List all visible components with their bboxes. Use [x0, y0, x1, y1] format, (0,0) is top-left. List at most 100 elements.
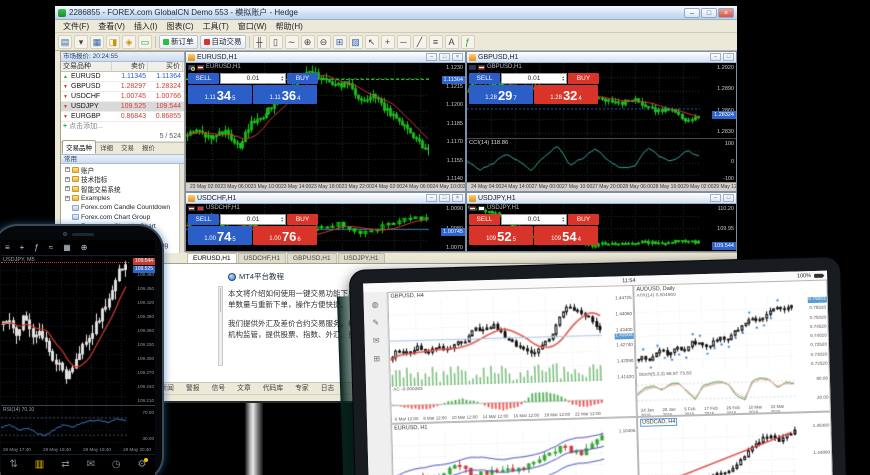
add-symbol-row[interactable]: 点击添加...: [61, 122, 184, 132]
sell-price-box[interactable]: 1.11345: [188, 85, 252, 104]
market-watch-tab[interactable]: 详细: [96, 140, 117, 154]
new-chart-icon[interactable]: ▤: [58, 35, 72, 49]
objects-icon[interactable]: ✎: [372, 318, 379, 327]
candle-chart-icon[interactable]: ▯: [269, 35, 283, 49]
sell-button[interactable]: SELL: [469, 214, 500, 225]
buy-price-box[interactable]: 1.28324: [534, 85, 598, 104]
tutorial-link[interactable]: MT4平台教程: [228, 271, 284, 282]
tile-windows-icon[interactable]: ⊞: [333, 35, 347, 49]
market-watch-tab[interactable]: 交易品种: [62, 140, 96, 154]
usdcad-candles-canvas[interactable]: [638, 422, 798, 475]
rsi-pane[interactable]: RSI(14) 70.10 70.0030.00: [1, 405, 155, 445]
tablet-chart-audusd[interactable]: AUDUSD, Daily ATR(14) 0.004960 0.760200.…: [633, 280, 831, 417]
windows-icon[interactable]: ▦: [63, 243, 71, 252]
restore-button[interactable]: □: [439, 194, 450, 202]
chart-window-titlebar[interactable]: GBPUSD,H1 – □: [467, 52, 736, 63]
terminal-tab[interactable]: 代码库: [257, 380, 289, 394]
menu-item[interactable]: 插入(I): [130, 21, 162, 32]
chart-tab[interactable]: EURUSD,H1: [187, 253, 237, 263]
buy-button[interactable]: BUY: [287, 214, 318, 225]
sell-price-box[interactable]: 1.28297: [469, 85, 533, 104]
sell-button[interactable]: SELL: [188, 214, 219, 225]
navigator-item[interactable]: + Forex.com Chart Group: [61, 213, 184, 223]
minimize-button[interactable]: –: [426, 194, 437, 202]
pane-divider[interactable]: [467, 138, 736, 139]
close-button[interactable]: ×: [452, 53, 463, 61]
templates-icon[interactable]: ▨: [349, 35, 363, 49]
text-icon[interactable]: A: [445, 35, 459, 49]
volume-spinner[interactable]: ▲▼: [562, 217, 565, 223]
phone-chart-area[interactable]: USDJPY, M5 109.544 109.525 109.510109.48…: [1, 255, 155, 405]
menu-icon[interactable]: ≡: [5, 243, 10, 252]
zoom-out-icon[interactable]: ⊖: [317, 35, 331, 49]
profiles-icon[interactable]: ▾: [74, 35, 88, 49]
terminal-tab[interactable]: 文章: [231, 380, 257, 394]
zoom-in-icon[interactable]: ⊕: [301, 35, 315, 49]
close-button[interactable]: ×: [452, 194, 463, 202]
volume-spinner[interactable]: ▲▼: [281, 76, 284, 82]
chat-icon[interactable]: ✉: [373, 336, 380, 345]
restore-button[interactable]: □: [723, 53, 734, 61]
menu-item[interactable]: 文件(F): [59, 21, 93, 32]
eurusd-candles-canvas[interactable]: [392, 428, 606, 475]
market-watch-icon[interactable]: ▦: [90, 35, 104, 49]
expand-icon[interactable]: +: [65, 196, 70, 201]
market-watch-tab[interactable]: 报价: [138, 140, 159, 154]
restore-button[interactable]: □: [439, 53, 450, 61]
autotrading-button[interactable]: 自动交易: [200, 35, 246, 49]
menu-item[interactable]: 图表(C): [162, 21, 197, 32]
minimize-button[interactable]: –: [710, 53, 721, 61]
usdjpy-mobile-canvas[interactable]: [1, 256, 127, 404]
cursor-icon[interactable]: ↖: [365, 35, 379, 49]
volume-input[interactable]: 0.01 ▲▼: [220, 73, 286, 84]
buy-button[interactable]: BUY: [568, 214, 599, 225]
navigator-icon[interactable]: ◈: [122, 35, 136, 49]
chart-area[interactable]: USDCHF,H1 SELL 0.01 ▲▼ BUY 1.00745 1.007…: [186, 204, 465, 251]
chart-tab[interactable]: GBPUSD,H1: [287, 253, 337, 263]
audusd-candles-canvas[interactable]: [635, 296, 795, 372]
symbol-row[interactable]: USDCHF 1.00745 1.00766: [61, 92, 184, 102]
navigator-item[interactable]: + 智能交易系统: [61, 184, 184, 194]
volume-input[interactable]: 0.01 ▲▼: [501, 214, 567, 225]
add-chart-icon[interactable]: ⊞: [373, 354, 380, 363]
navigator-item[interactable]: + 技术指标: [61, 175, 184, 185]
menu-item[interactable]: 工具(T): [199, 21, 233, 32]
minimize-button[interactable]: –: [684, 8, 700, 18]
volume-input[interactable]: 0.01 ▲▼: [501, 73, 567, 84]
gbpusd-candles-canvas[interactable]: [389, 295, 603, 387]
buy-button[interactable]: BUY: [568, 73, 599, 84]
charts-icon[interactable]: ▥: [35, 459, 44, 470]
chart-tab[interactable]: USDJPY,H1: [338, 253, 385, 263]
tablet-chart-usdcad[interactable]: USDCAD, H4 1.454001.448001.44240: [637, 412, 833, 475]
terminal-icon[interactable]: ▭: [138, 35, 152, 49]
expand-icon[interactable]: +: [65, 177, 70, 182]
volume-spinner[interactable]: ▲▼: [562, 76, 565, 82]
navigator-item[interactable]: + 账户: [61, 165, 184, 175]
terminal-tab[interactable]: 日志: [315, 380, 341, 394]
navigator-item[interactable]: + Examples: [61, 194, 184, 204]
market-watch-tab[interactable]: 交易: [117, 140, 138, 154]
line-chart-icon[interactable]: ∼: [285, 35, 299, 49]
navigator-item[interactable]: + Forex.com Candle Countdown: [61, 203, 184, 213]
crosshair-icon[interactable]: +: [20, 243, 25, 252]
buy-button[interactable]: BUY: [287, 73, 318, 84]
fibonacci-icon[interactable]: ≡: [429, 35, 443, 49]
new-order-icon[interactable]: ⊕: [81, 243, 88, 252]
terminal-tab[interactable]: 信号: [206, 380, 232, 394]
expand-icon[interactable]: +: [65, 167, 70, 172]
new-order-button[interactable]: 新订单: [159, 35, 198, 49]
symbol-row[interactable]: USDJPY 109.525 109.544: [61, 102, 184, 112]
settings-icon[interactable]: ⚙: [138, 459, 147, 470]
sell-button[interactable]: SELL: [188, 73, 219, 84]
accounts-icon[interactable]: ◍: [372, 300, 379, 309]
buy-price-box[interactable]: 109544: [534, 226, 598, 245]
chart-area[interactable]: EURUSD,H1 SELL 0.01 ▲▼ BUY 1.11345 1.1: [186, 63, 465, 191]
indicators-icon[interactable]: ≈: [49, 243, 53, 252]
restore-button[interactable]: □: [723, 194, 734, 202]
symbol-row[interactable]: EURGBP 0.86843 0.86855: [61, 112, 184, 122]
chart-window-titlebar[interactable]: EURUSD,H1 – □ ×: [186, 52, 465, 63]
chart-window-titlebar[interactable]: USDJPY,H1 – □: [467, 193, 736, 204]
volume-input[interactable]: 0.01 ▲▼: [220, 214, 286, 225]
maximize-button[interactable]: □: [701, 8, 717, 18]
trade-icon[interactable]: ⇄: [61, 459, 69, 470]
